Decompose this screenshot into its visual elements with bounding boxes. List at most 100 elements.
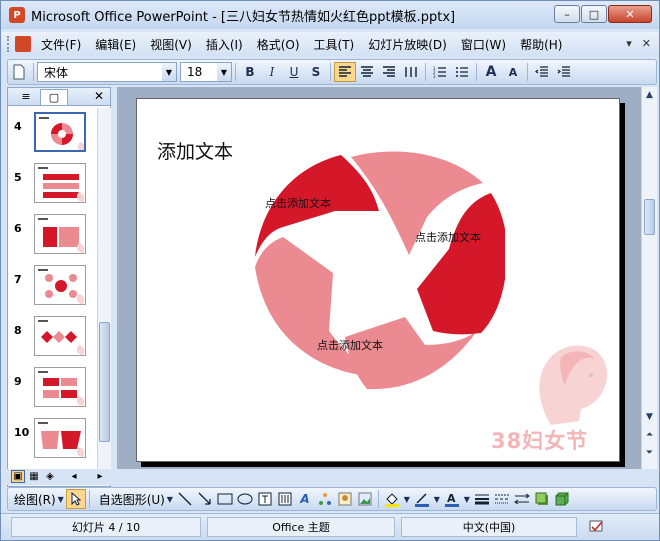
minimize-button[interactable]: –	[554, 5, 580, 23]
slide-title-placeholder[interactable]: 添加文本	[157, 137, 233, 164]
previous-slide-icon[interactable]: ⏶	[644, 429, 655, 441]
font-color-icon[interactable]: A	[442, 489, 462, 509]
fill-color-icon[interactable]	[382, 489, 402, 509]
diagram-icon[interactable]	[315, 489, 335, 509]
chevron-down-icon[interactable]: ▼	[56, 489, 66, 509]
distribute-columns-icon[interactable]	[400, 62, 422, 82]
pane-scrollbar-thumb[interactable]	[99, 322, 110, 442]
rectangle-tool-icon[interactable]	[215, 489, 235, 509]
slide-thumbnail[interactable]	[34, 367, 86, 407]
insert-picture-icon[interactable]	[355, 489, 375, 509]
chevron-down-icon[interactable]: ▼	[165, 489, 175, 509]
slide-thumbnail[interactable]	[34, 265, 86, 305]
italic-button[interactable]: I	[261, 62, 283, 82]
pane-scrollbar[interactable]	[97, 108, 111, 472]
bold-button[interactable]: B	[239, 62, 261, 82]
slide-sorter-view-icon[interactable]: ▦	[27, 470, 41, 483]
menu-item-window[interactable]: 窗口(W)	[461, 36, 506, 53]
text-placeholder-1[interactable]: 点击添加文本	[265, 195, 331, 211]
spell-check-icon[interactable]	[583, 517, 611, 537]
tab-slides[interactable]: ▢	[40, 88, 68, 105]
3d-style-icon[interactable]	[552, 489, 572, 509]
line-style-icon[interactable]	[472, 489, 492, 509]
decrease-indent-icon[interactable]	[531, 62, 553, 82]
numbered-list-icon[interactable]: 123	[429, 62, 451, 82]
tab-outline[interactable]: ≡	[12, 89, 40, 105]
slide-thumbnail[interactable]	[34, 316, 86, 356]
textbox-tool-icon[interactable]	[255, 489, 275, 509]
wordart-icon[interactable]: A	[295, 489, 315, 509]
shadow-button[interactable]: S	[305, 62, 327, 82]
menu-item-format[interactable]: 格式(O)	[257, 36, 300, 53]
slide-thumbnail[interactable]	[34, 112, 86, 152]
slide-thumbnail-item[interactable]: 8	[8, 316, 96, 358]
menu-item-edit[interactable]: 编辑(E)	[95, 36, 136, 53]
dash-style-icon[interactable]	[492, 489, 512, 509]
maximize-button[interactable]: □	[581, 5, 607, 23]
menu-item-file[interactable]: 文件(F)	[41, 36, 81, 53]
scroll-up-icon[interactable]: ▲	[644, 89, 655, 101]
chevron-down-icon[interactable]: ▼	[162, 63, 176, 81]
slideshow-view-icon[interactable]: ◈	[43, 470, 57, 483]
bullet-list-icon[interactable]	[451, 62, 473, 82]
star-circle-graphic[interactable]	[255, 145, 505, 395]
align-center-icon[interactable]	[356, 62, 378, 82]
menu-item-insert[interactable]: 插入(I)	[206, 36, 243, 53]
menu-item-view[interactable]: 视图(V)	[150, 36, 192, 53]
scroll-down-icon[interactable]: ▼	[644, 411, 655, 423]
font-size-select[interactable]: 18 ▼	[180, 62, 232, 82]
menu-item-slideshow[interactable]: 幻灯片放映(D)	[368, 36, 447, 53]
line-tool-icon[interactable]	[175, 489, 195, 509]
arrow-style-icon[interactable]	[512, 489, 532, 509]
scroll-right-icon[interactable]: ▸	[93, 470, 107, 483]
shadow-style-icon[interactable]	[532, 489, 552, 509]
menu-grip-handle[interactable]	[7, 36, 13, 52]
font-name-select[interactable]: 宋体 ▼	[37, 62, 177, 82]
normal-view-icon[interactable]: ▣	[11, 470, 25, 483]
chevron-down-icon[interactable]: ▼	[402, 489, 412, 509]
autoshapes-menu-button[interactable]: 自选图形(U)	[99, 491, 165, 508]
vertical-textbox-icon[interactable]	[275, 489, 295, 509]
close-button[interactable]: ✕	[608, 5, 652, 23]
chevron-down-icon[interactable]: ▼	[462, 489, 472, 509]
chevron-down-icon[interactable]: ▼	[217, 63, 231, 81]
increase-indent-icon[interactable]	[553, 62, 575, 82]
grow-font-button[interactable]: A	[480, 62, 502, 82]
underline-button[interactable]: U	[283, 62, 305, 82]
document-icon[interactable]	[15, 36, 31, 52]
diagram-segment-right[interactable]	[417, 193, 505, 335]
draw-menu-button[interactable]: 绘图(R)	[14, 491, 56, 508]
text-placeholder-2[interactable]: 点击添加文本	[415, 229, 481, 245]
line-color-icon[interactable]	[412, 489, 432, 509]
align-left-icon[interactable]	[334, 62, 356, 82]
slide-thumbnail[interactable]	[34, 418, 86, 458]
arrow-tool-icon[interactable]	[195, 489, 215, 509]
scroll-left-icon[interactable]: ◂	[67, 470, 81, 483]
slide-vertical-scrollbar[interactable]: ▲ ▼ ⏶ ⏷	[641, 87, 657, 469]
vertical-scrollbar-thumb[interactable]	[644, 199, 655, 235]
align-right-icon[interactable]	[378, 62, 400, 82]
menu-item-help[interactable]: 帮助(H)	[520, 36, 562, 53]
menu-options-icon[interactable]: ▾	[626, 37, 632, 50]
slide-thumbnail-item[interactable]: 4	[8, 112, 96, 154]
text-placeholder-3[interactable]: 点击添加文本	[317, 337, 383, 353]
slide-thumbnail-item[interactable]: 9	[8, 367, 96, 409]
shrink-font-button[interactable]: A	[502, 62, 524, 82]
menu-item-tools[interactable]: 工具(T)	[314, 36, 355, 53]
slide-thumbnail-item[interactable]: 7	[8, 265, 96, 307]
current-slide[interactable]: 添加文本 点击添加文本 点击添加文本 点击添加文本 38妇女节	[136, 98, 620, 462]
oval-tool-icon[interactable]	[235, 489, 255, 509]
slide-thumbnail-item[interactable]: 10	[8, 418, 96, 460]
slide-thumbnail-item[interactable]: 5	[8, 163, 96, 205]
new-document-icon[interactable]	[8, 62, 30, 82]
close-icon[interactable]: ✕	[94, 89, 104, 103]
slide-thumbnail[interactable]	[34, 163, 86, 203]
slide-thumbnail[interactable]	[34, 214, 86, 254]
chevron-down-icon[interactable]: ▼	[432, 489, 442, 509]
select-pointer-icon[interactable]	[65, 489, 86, 509]
next-slide-icon[interactable]: ⏷	[644, 447, 655, 459]
powerpoint-app-icon[interactable]: P	[9, 7, 25, 23]
close-document-icon[interactable]: ✕	[642, 37, 651, 50]
slide-thumbnail-item[interactable]: 6	[8, 214, 96, 256]
clip-art-icon[interactable]	[335, 489, 355, 509]
